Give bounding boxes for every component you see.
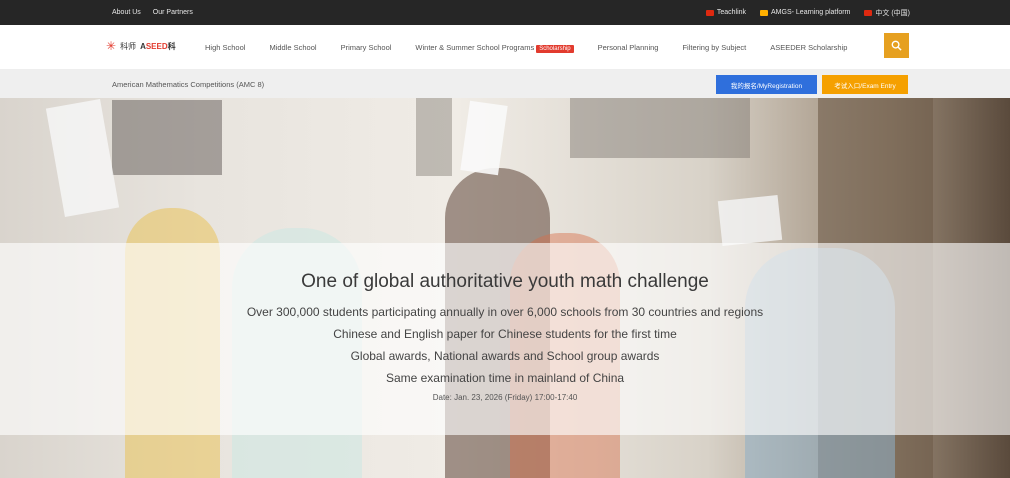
page-title: American Mathematics Competitions (AMC 8…: [112, 80, 265, 89]
nav-item-winter-summer[interactable]: Winter & Summer School Programs Scholarsh…: [415, 42, 574, 53]
nav-item-primary-school[interactable]: Primary School: [341, 43, 392, 52]
hero-banner: One of global authoritative youth math c…: [0, 98, 1010, 478]
nav-item-high-school[interactable]: High School: [205, 43, 245, 52]
logo-cn-text: 科师: [120, 41, 137, 51]
nav-item-winter-summer-label: Winter & Summer School Programs: [415, 42, 535, 52]
hero-paper-right: [717, 194, 783, 247]
search-button[interactable]: [884, 33, 909, 58]
china-flag-icon: [864, 9, 873, 16]
nav-item-filter-subject[interactable]: Filtering by Subject: [682, 43, 746, 52]
hero-title: One of global authoritative youth math c…: [301, 271, 709, 292]
nav-item-scholarship[interactable]: ASEEDER Scholarship: [770, 43, 847, 52]
teachlink-label: Teachlink: [716, 9, 747, 16]
site-logo[interactable]: ✳ 科师 ASEED科: [106, 40, 176, 52]
nav-menu: High School Middle School Primary School…: [205, 25, 871, 69]
our-partners-link[interactable]: Our Partners: [153, 9, 193, 16]
search-icon: [891, 40, 902, 51]
top-bar: About Us Our Partners Teachlink AMGS- Le…: [0, 0, 1010, 25]
hero-date: Date: Jan. 23, 2026 (Friday) 17:00-17:40: [432, 393, 578, 402]
amgs-label: AMGS- Learning platform: [771, 9, 851, 16]
asterisk-logo-icon: ✳: [106, 39, 117, 53]
language-label: 中文 (中国): [875, 9, 910, 17]
hero-window-mid: [416, 98, 452, 176]
my-registration-button[interactable]: 我的报名/MyRegistration: [716, 75, 817, 94]
teachlink-link[interactable]: Teachlink: [705, 9, 747, 16]
sub-header: American Mathematics Competitions (AMC 8…: [0, 70, 1010, 99]
nav-item-personal-planning[interactable]: Personal Planning: [598, 43, 659, 52]
teachlink-icon: [705, 9, 714, 16]
hero-text-block: One of global authoritative youth math c…: [0, 243, 1010, 402]
hero-window-right: [570, 98, 750, 158]
nav-item-middle-school[interactable]: Middle School: [269, 43, 316, 52]
exam-entry-button[interactable]: 考试入口/Exam Entry: [822, 75, 908, 94]
logo-brand-tail: 科: [167, 41, 176, 51]
logo-brand: ASEED科: [140, 41, 176, 52]
hero-paper-mid: [460, 100, 508, 176]
hero-line-2: Chinese and English paper for Chinese st…: [333, 327, 677, 341]
hero-line-4: Same examination time in mainland of Chi…: [385, 371, 625, 385]
main-nav: ✳ 科师 ASEED科 High School Middle School Pr…: [0, 25, 1010, 70]
hero-line-1: Over 300,000 students participating annu…: [246, 305, 764, 319]
hero-paper-left: [45, 99, 120, 217]
logo-brand-seed: SEED: [145, 41, 168, 51]
top-links-left: About Us Our Partners: [112, 0, 193, 25]
scholarship-badge: Scholarship: [536, 44, 574, 53]
amgs-icon: [760, 9, 769, 16]
language-switch[interactable]: 中文 (中国): [864, 8, 910, 18]
hero-line-3: Global awards, National awards and Schoo…: [350, 349, 660, 363]
amgs-link[interactable]: AMGS- Learning platform: [760, 9, 850, 16]
about-us-link[interactable]: About Us: [112, 9, 141, 16]
hero-window-left: [112, 100, 222, 175]
top-links-right: Teachlink AMGS- Learning platform 中文 (中国…: [705, 0, 910, 25]
